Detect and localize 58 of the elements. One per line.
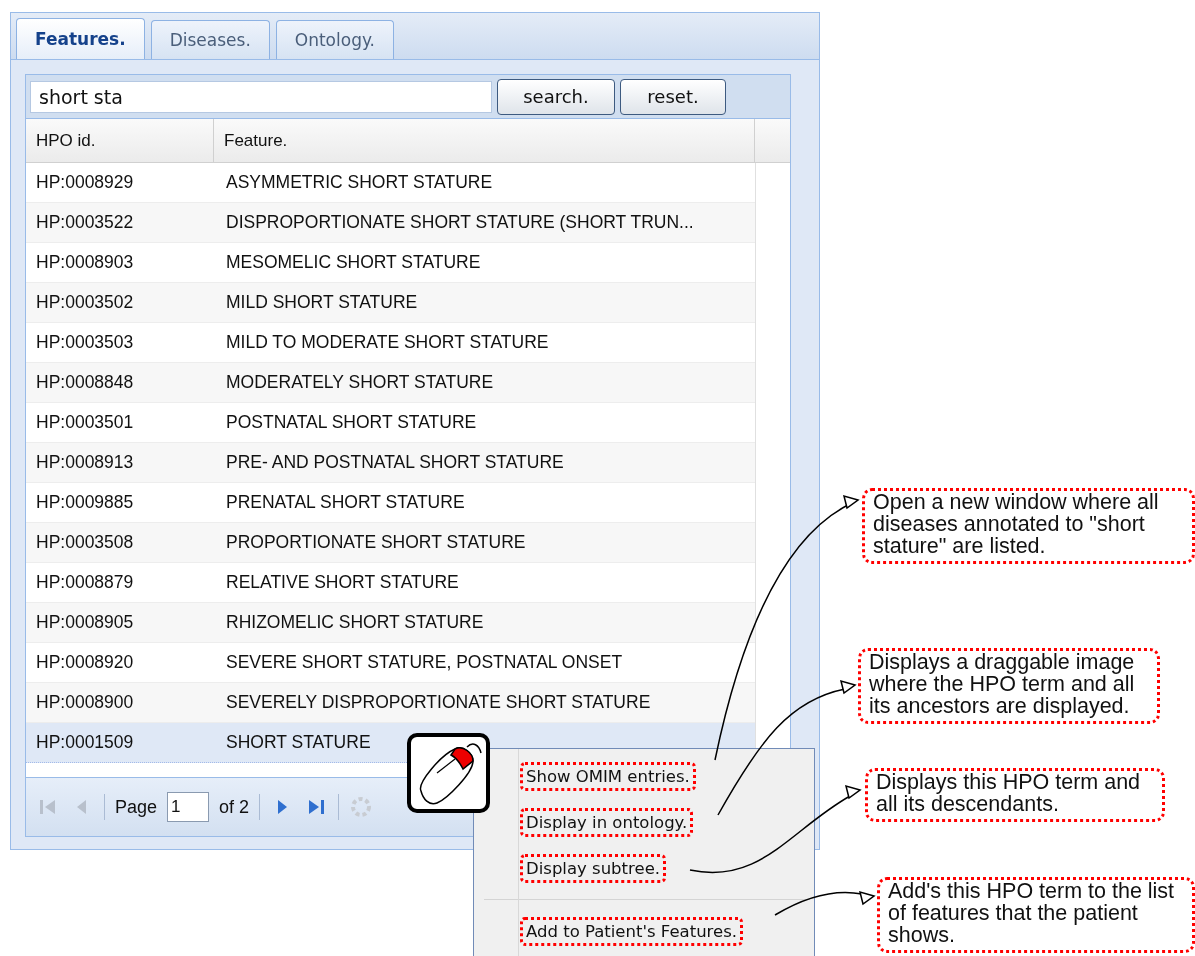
loading-icon[interactable] [349, 795, 374, 819]
table-row[interactable]: HP:0008905 RHIZOMELIC SHORT STATURE [26, 603, 755, 643]
feature-cell-text: PRENATAL SHORT STATURE [225, 491, 466, 514]
feature-cell-text: PROPORTIONATE SHORT STATURE [225, 531, 527, 554]
table-row[interactable]: HP:0008913 PRE- AND POSTNATAL SHORT STATURE [26, 443, 755, 483]
feature-cell-text: ASYMMETRIC SHORT STATURE [225, 171, 494, 194]
id-cell-text: HP:0003508 [35, 531, 135, 554]
id-cell-text: HP:0008913 [35, 451, 135, 474]
menu-item[interactable]: Display subtree. [520, 853, 667, 883]
callout-note: Add's this HPO term to the list of features that the patient shows. [877, 877, 1195, 953]
tab[interactable]: Features. [16, 18, 145, 59]
id-cell-text: HP:0003502 [35, 291, 135, 314]
id-cell-text: HP:0009885 [35, 491, 135, 514]
callout-note: Displays this HPO term and all its descendants. [865, 768, 1165, 822]
callout-note: Open a new window where all diseases annotated to "short stature" are listed. [862, 488, 1195, 564]
feature-cell-text: RHIZOMELIC SHORT STATURE [225, 611, 485, 634]
feature-cell-text: SHORT STATURE [225, 731, 372, 754]
id-cell-text: HP:0008905 [35, 611, 135, 634]
menu-item[interactable]: Show OMIM entries. [520, 761, 696, 791]
id-cell-text: HP:0008920 [35, 651, 135, 674]
id-cell-text: HP:0008929 [35, 171, 135, 194]
search-field[interactable]: short sta [30, 80, 492, 113]
id-cell-text: HP:0008848 [35, 371, 135, 394]
feature-cell-text: MODERATELY SHORT STATURE [225, 371, 495, 394]
column-header[interactable]: Feature. [214, 119, 755, 162]
search-button[interactable]: search. [497, 78, 615, 115]
id-cell-text: HP:0003503 [35, 331, 135, 354]
feature-cell-text: SEVERE SHORT STATURE, POSTNATAL ONSET [225, 651, 624, 674]
callout-note: Displays a draggable image where the HPO term and all its ancestors are displayed. [858, 648, 1160, 724]
feature-cell-text: RELATIVE SHORT STATURE [225, 571, 460, 594]
column-header[interactable]: HPO id. [26, 119, 214, 162]
id-cell-text: HP:0008903 [35, 251, 135, 274]
table-row[interactable]: HP:0003508 PROPORTIONATE SHORT STATURE [26, 523, 755, 563]
feature-cell-text: DISPROPORTIONATE SHORT STATURE (SHORT TRUN... [225, 211, 695, 234]
id-cell-text: HP:0003501 [35, 411, 135, 434]
id-cell-text: HP:0008879 [35, 571, 135, 594]
mouse-icon [407, 733, 490, 813]
tab[interactable]: Ontology. [275, 20, 394, 59]
table-row[interactable]: HP:0008848 MODERATELY SHORT STATURE [26, 363, 755, 403]
table-row[interactable]: HP:0008900 SEVERELY DISPROPORTIONATE SHORT STATURE [26, 683, 755, 723]
page-field[interactable]: 1 [167, 792, 210, 822]
feature-cell-text: POSTNATAL SHORT STATURE [225, 411, 478, 434]
id-cell-text: HP:0001509 [35, 731, 135, 754]
feature-cell-text: PRE- AND POSTNATAL SHORT STATURE [225, 451, 565, 474]
menu-item[interactable]: Add to Patient's Features. [520, 916, 744, 946]
menu-item[interactable]: Display in ontology. [520, 807, 694, 837]
tab[interactable]: Diseases. [150, 20, 270, 59]
id-cell-text: HP:0008900 [35, 691, 135, 714]
reset-button[interactable]: reset. [620, 78, 726, 115]
feature-cell-text: SEVERELY DISPROPORTIONATE SHORT STATURE [225, 691, 652, 714]
page-label: Page [115, 796, 158, 818]
table-row[interactable]: HP:0003522 DISPROPORTIONATE SHORT STATURE (SHORT TRUN... [26, 203, 755, 243]
feature-cell-text: MESOMELIC SHORT STATURE [225, 251, 482, 274]
id-cell-text: HP:0003522 [35, 211, 135, 234]
feature-cell-text: MILD SHORT STATURE [225, 291, 419, 314]
page-count: of 2 [219, 796, 250, 818]
feature-cell-text: MILD TO MODERATE SHORT STATURE [225, 331, 550, 354]
table-row[interactable]: HP:0003502 MILD SHORT STATURE [26, 283, 755, 323]
